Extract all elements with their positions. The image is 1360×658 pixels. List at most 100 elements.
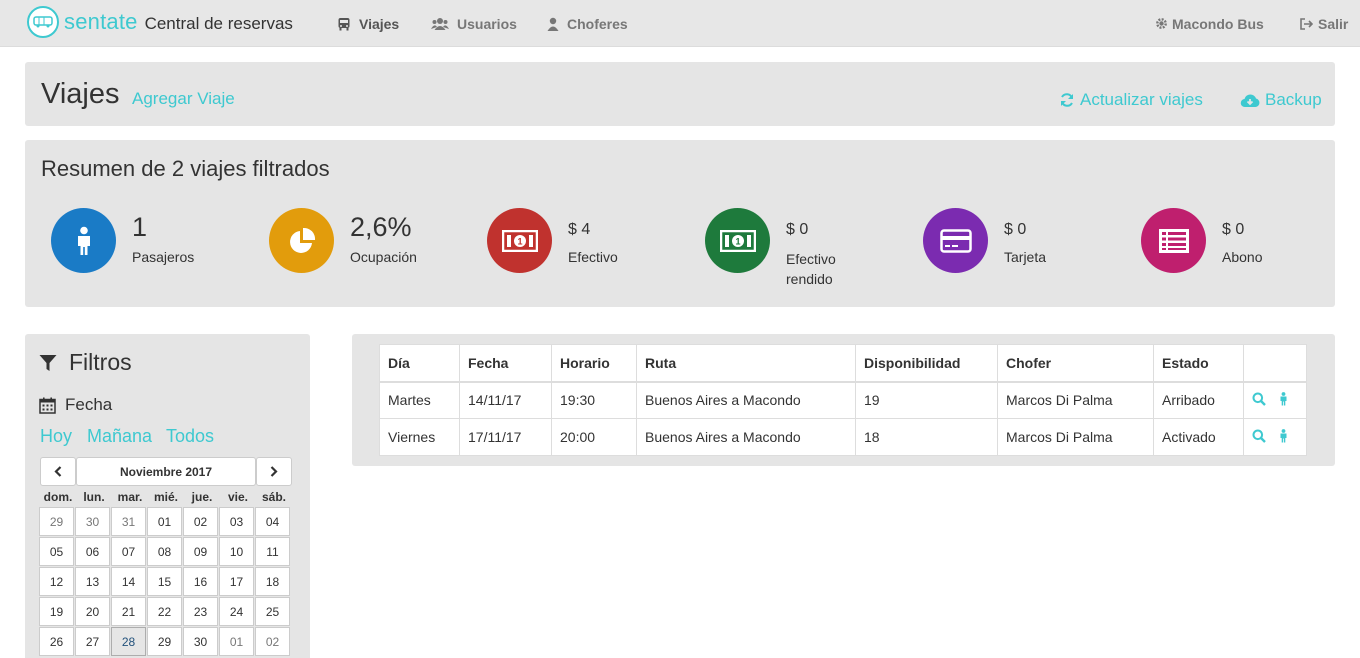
calendar-day[interactable]: 26	[39, 627, 74, 656]
calendar-day[interactable]: 18	[255, 567, 290, 596]
column-header-status[interactable]: Estado	[1153, 344, 1244, 383]
cell-driver: Marcos Di Palma	[997, 418, 1154, 456]
stat-label: Efectivo	[568, 249, 618, 265]
calendar-day[interactable]: 02	[183, 507, 218, 536]
column-header-day[interactable]: Día	[379, 344, 460, 383]
date-filter-text: Fecha	[65, 395, 113, 414]
refresh-trips-link[interactable]: Actualizar viajes	[1059, 90, 1203, 110]
calendar-day[interactable]: 21	[111, 597, 146, 626]
cell-route: Buenos Aires a Macondo	[636, 381, 856, 419]
cell-time: 19:30	[551, 381, 637, 419]
column-header-date[interactable]: Fecha	[459, 344, 552, 383]
refresh-trips-label: Actualizar viajes	[1080, 90, 1203, 109]
stat-circle	[51, 208, 116, 273]
stat-circle	[923, 208, 988, 273]
stat-value: 2,6%	[350, 212, 412, 242]
stat-label: Ocupación	[350, 249, 417, 265]
stat-label: Abono	[1222, 249, 1263, 265]
calendar-day[interactable]: 15	[147, 567, 182, 596]
calendar-next-button[interactable]	[256, 457, 292, 486]
calendar-day[interactable]: 17	[219, 567, 254, 596]
calendar-day[interactable]: 05	[39, 537, 74, 566]
cell-date: 14/11/17	[459, 381, 552, 419]
filters-title: Filtros	[39, 349, 132, 376]
sign-out-icon	[1300, 17, 1313, 30]
calendar-icon	[39, 397, 56, 414]
calendar-weekday: vie.	[227, 490, 248, 504]
cell-day: Viernes	[379, 418, 460, 456]
calendar-prev-button[interactable]	[40, 457, 76, 486]
svg-text:1: 1	[735, 236, 740, 246]
cell-time: 20:00	[551, 418, 637, 456]
backup-link[interactable]: Backup	[1240, 90, 1322, 110]
column-header-availability[interactable]: Disponibilidad	[855, 344, 998, 383]
users-icon	[431, 17, 449, 30]
passengers-button[interactable]	[1279, 391, 1288, 406]
calendar-day[interactable]: 30	[183, 627, 218, 656]
table-row[interactable]: Viernes 17/11/17 20:00 Buenos Aires a Ma…	[379, 418, 1307, 456]
passengers-button[interactable]	[1279, 428, 1288, 443]
cell-availability: 19	[855, 381, 998, 419]
column-header-route[interactable]: Ruta	[636, 344, 856, 383]
add-trip-link[interactable]: Agregar Viaje	[132, 89, 235, 109]
calendar-day[interactable]: 23	[183, 597, 218, 626]
stat-card: $ 0 Tarjeta	[923, 208, 1123, 288]
calendar-day[interactable]: 12	[39, 567, 74, 596]
calendar-day[interactable]: 13	[75, 567, 110, 596]
calendar-day[interactable]: 03	[219, 507, 254, 536]
cloud-download-icon	[1240, 93, 1260, 107]
calendar-day[interactable]: 09	[183, 537, 218, 566]
column-header-time[interactable]: Horario	[551, 344, 637, 383]
gear-icon	[1156, 18, 1167, 29]
quick-filter-today[interactable]: Hoy	[40, 426, 72, 447]
calendar-day[interactable]: 22	[147, 597, 182, 626]
calendar-day[interactable]: 07	[111, 537, 146, 566]
refresh-icon	[1061, 93, 1073, 107]
table-row[interactable]: Martes 14/11/17 19:30 Buenos Aires a Mac…	[379, 381, 1307, 419]
calendar-day[interactable]: 19	[39, 597, 74, 626]
view-trip-button[interactable]	[1252, 429, 1266, 443]
nav-viajes[interactable]: Viajes	[337, 0, 399, 47]
brand[interactable]: sentate Central de reservas	[27, 6, 293, 38]
view-trip-button[interactable]	[1252, 392, 1266, 406]
calendar-day[interactable]: 16	[183, 567, 218, 596]
calendar-day[interactable]: 28	[111, 627, 146, 656]
quick-filter-tomorrow[interactable]: Mañana	[87, 426, 152, 447]
logout-link[interactable]: Salir	[1300, 0, 1348, 47]
calendar-day[interactable]: 11	[255, 537, 290, 566]
calendar-day[interactable]: 31	[111, 507, 146, 536]
calendar-day[interactable]: 02	[255, 627, 290, 656]
column-header-driver[interactable]: Chofer	[997, 344, 1154, 383]
date-filter-label: Fecha	[39, 395, 112, 415]
stat-passengers: 1 Pasajeros	[51, 208, 251, 288]
cell-status: Activado	[1153, 418, 1244, 456]
nav-usuarios[interactable]: Usuarios	[431, 0, 517, 47]
nav-choferes[interactable]: Choferes	[547, 0, 628, 47]
calendar-day[interactable]: 04	[255, 507, 290, 536]
stat-circle	[269, 208, 334, 273]
calendar-day[interactable]: 27	[75, 627, 110, 656]
calendar-day[interactable]: 24	[219, 597, 254, 626]
money-icon: 1	[719, 229, 756, 252]
calendar-day[interactable]: 29	[147, 627, 182, 656]
calendar-day[interactable]: 20	[75, 597, 110, 626]
calendar-month-title[interactable]: Noviembre 2017	[76, 457, 256, 486]
calendar-day[interactable]: 25	[255, 597, 290, 626]
stat-occupancy: 2,6% Ocupación	[269, 208, 469, 288]
calendar-day[interactable]: 14	[111, 567, 146, 596]
calendar-day[interactable]: 10	[219, 537, 254, 566]
navbar: sentate Central de reservas Viajes Usuar…	[0, 0, 1360, 47]
stat-cash: 1 $ 4 Efectivo	[487, 208, 687, 288]
company-menu[interactable]: Macondo Bus	[1155, 0, 1264, 47]
calendar-day[interactable]: 01	[147, 507, 182, 536]
calendar-day[interactable]: 30	[75, 507, 110, 536]
calendar-weekday: jue.	[191, 490, 213, 504]
calendar-day[interactable]: 01	[219, 627, 254, 656]
calendar-day[interactable]: 06	[75, 537, 110, 566]
person-icon	[1280, 391, 1287, 406]
quick-filter-all[interactable]: Todos	[166, 426, 214, 447]
nav-usuarios-label: Usuarios	[457, 15, 517, 32]
list-icon	[1158, 228, 1189, 253]
calendar-day[interactable]: 08	[147, 537, 182, 566]
calendar-day[interactable]: 29	[39, 507, 74, 536]
